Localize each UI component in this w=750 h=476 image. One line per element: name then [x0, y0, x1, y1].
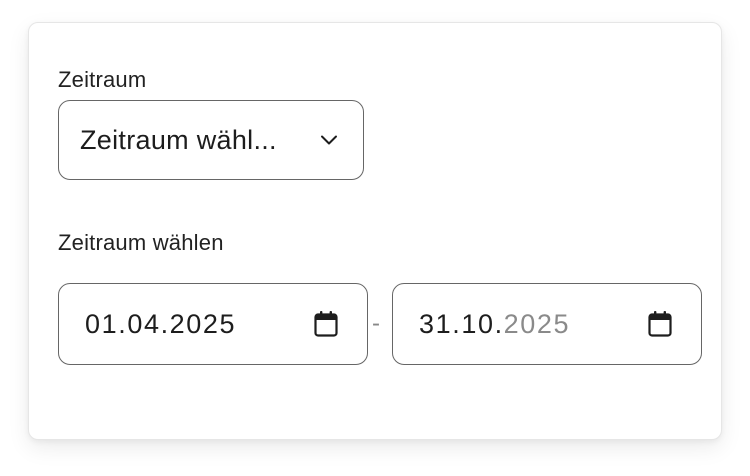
calendar-icon[interactable]: [313, 310, 339, 338]
date-range-separator: -: [372, 310, 380, 337]
end-date-year: 2025: [503, 308, 571, 339]
start-date-input[interactable]: 01.04.2025: [58, 283, 368, 365]
period-select[interactable]: Zeitraum wähl...: [58, 100, 364, 180]
end-date-day-month: 31.10.: [419, 308, 504, 339]
date-filter-card: Zeitraum Zeitraum wähl... Zeitraum wähle…: [28, 22, 722, 440]
chevron-down-icon: [319, 130, 339, 150]
end-date-input[interactable]: 31.10.2025: [392, 283, 702, 365]
period-label: Zeitraum: [58, 67, 147, 92]
period-select-value: Zeitraum wähl...: [80, 124, 277, 155]
start-date-value: 01.04.2025: [85, 308, 237, 339]
calendar-icon[interactable]: [647, 310, 673, 338]
end-date-value: 31.10.2025: [419, 309, 570, 340]
date-range-label: Zeitraum wählen: [58, 230, 224, 255]
